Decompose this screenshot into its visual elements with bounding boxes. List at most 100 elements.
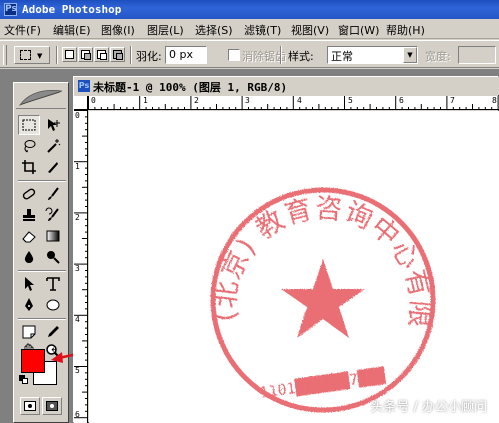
photoshop-doc-icon: Ps bbox=[78, 80, 90, 92]
magic-wand-tool[interactable] bbox=[42, 136, 64, 156]
brush-icon bbox=[48, 187, 59, 200]
toolbox: ↰ bbox=[13, 82, 69, 423]
menu-edit[interactable]: 编辑(E) bbox=[53, 22, 91, 38]
ruler-v-tick: 4 bbox=[75, 315, 80, 324]
ruler-h-tick: 7 bbox=[450, 96, 455, 105]
separator bbox=[130, 46, 132, 64]
menu-bar: 文件(F) 编辑(E) 图像(I) 图层(L) 选择(S) 滤镜(T) 视图(V… bbox=[0, 19, 499, 39]
brush-tool[interactable] bbox=[42, 184, 64, 204]
eraser-icon bbox=[22, 231, 36, 243]
menu-help[interactable]: 帮助(H) bbox=[386, 22, 425, 38]
separator bbox=[56, 46, 58, 64]
lasso-icon bbox=[24, 140, 36, 153]
subtract-selection-icon-part bbox=[100, 53, 107, 60]
drop-icon bbox=[24, 251, 34, 263]
toolbox-separator bbox=[18, 270, 66, 272]
default-colors-icon[interactable] bbox=[19, 375, 28, 384]
pen-icon bbox=[25, 298, 33, 311]
intersect-selection-button[interactable] bbox=[110, 47, 125, 62]
menu-select[interactable]: 选择(S) bbox=[195, 22, 233, 38]
history-brush-icon bbox=[45, 207, 59, 221]
chevron-down-icon: ▼ bbox=[403, 47, 417, 63]
menu-view[interactable]: 视图(V) bbox=[291, 22, 329, 38]
healing-brush-tool[interactable] bbox=[18, 184, 40, 204]
eyedropper-icon bbox=[48, 326, 59, 337]
menu-window[interactable]: 窗口(W) bbox=[338, 22, 379, 38]
ruler-h-tick: 6 bbox=[399, 96, 404, 105]
menu-layer[interactable]: 图层(L) bbox=[147, 22, 184, 38]
menu-image[interactable]: 图像(I) bbox=[101, 22, 135, 38]
rect-marquee-icon bbox=[22, 119, 36, 131]
add-selection-icon-part bbox=[84, 53, 91, 60]
clone-stamp-tool[interactable] bbox=[18, 205, 40, 225]
shape-tool[interactable] bbox=[42, 295, 64, 315]
toolbox-header[interactable] bbox=[16, 85, 66, 109]
options-bar-grip[interactable] bbox=[3, 45, 7, 65]
lasso-tool[interactable] bbox=[18, 136, 40, 156]
antialias-checkbox[interactable] bbox=[228, 49, 240, 61]
tool-preset-picker[interactable]: ▼ bbox=[14, 46, 50, 64]
seal-number: 1101██████7███ bbox=[258, 365, 387, 402]
style-label: 样式: bbox=[288, 50, 314, 63]
path-selection-tool[interactable] bbox=[18, 274, 40, 294]
separator bbox=[280, 46, 282, 64]
subtract-selection-button[interactable] bbox=[94, 47, 109, 62]
menu-filter[interactable]: 滤镜(T) bbox=[244, 22, 281, 38]
intersect-selection-icon-part bbox=[116, 53, 123, 60]
document-window[interactable]: Ps 未标题-1 @ 100% (图层 1, RGB/8) 0 1 2 3 4 … bbox=[73, 76, 499, 423]
feather-icon bbox=[18, 89, 63, 106]
toolbox-separator bbox=[18, 318, 66, 320]
history-brush-tool[interactable] bbox=[42, 205, 64, 225]
ruler-h-tick: 1 bbox=[143, 96, 148, 105]
eyedropper-tool[interactable] bbox=[42, 322, 64, 342]
feather-label: 羽化: bbox=[136, 50, 162, 63]
pen-tool[interactable] bbox=[18, 295, 40, 315]
foreground-color-swatch[interactable] bbox=[21, 349, 45, 373]
menu-file[interactable]: 文件(F) bbox=[4, 22, 41, 38]
gradient-tool[interactable] bbox=[42, 226, 64, 246]
photoshop-icon: Ps bbox=[4, 3, 17, 16]
document-title: 未标题-1 @ 100% (图层 1, RGB/8) bbox=[93, 81, 288, 94]
ruler-h-tick: 3 bbox=[245, 96, 250, 105]
star-icon bbox=[281, 259, 365, 338]
document-title-bar[interactable]: Ps 未标题-1 @ 100% (图层 1, RGB/8) bbox=[74, 77, 499, 95]
chevron-down-icon: ▼ bbox=[37, 52, 43, 60]
blur-tool[interactable] bbox=[18, 247, 40, 267]
title-bar: Ps Adobe Photoshop bbox=[0, 0, 499, 19]
slice-icon bbox=[48, 162, 58, 173]
stamp-icon bbox=[23, 209, 35, 221]
ruler-h-tick: 0 bbox=[91, 96, 96, 105]
bandage-icon bbox=[22, 188, 36, 200]
add-selection-button[interactable] bbox=[78, 47, 93, 62]
document-canvas[interactable]: █ █ (北京) 教育咨询中心有限公司 1101██████7███ bbox=[89, 111, 499, 423]
toolbox-separator bbox=[18, 180, 66, 182]
standard-mode-button[interactable] bbox=[20, 397, 40, 415]
slice-tool[interactable] bbox=[42, 157, 64, 177]
notes-tool[interactable] bbox=[18, 322, 40, 342]
feather-input[interactable]: 0 px bbox=[165, 46, 207, 64]
ruler-origin[interactable] bbox=[74, 96, 88, 110]
magic-wand-icon bbox=[47, 139, 61, 153]
quick-mask-button[interactable] bbox=[42, 397, 62, 415]
ruler-h-tick: 8 bbox=[492, 96, 497, 105]
crop-icon bbox=[22, 160, 36, 174]
type-icon bbox=[46, 277, 60, 291]
crop-tool[interactable] bbox=[18, 157, 40, 177]
dodge-tool[interactable] bbox=[42, 247, 64, 267]
horizontal-ruler[interactable]: 0 1 2 3 4 5 6 7 8 bbox=[88, 96, 499, 110]
rect-marquee-tool[interactable] bbox=[18, 115, 40, 135]
ruler-v-tick: 3 bbox=[75, 264, 80, 273]
new-selection-icon bbox=[65, 50, 74, 59]
width-input[interactable] bbox=[458, 46, 496, 64]
watermark: 头条号 / 办公小顾问 bbox=[370, 400, 487, 415]
seal-stamp: █ █ (北京) 教育咨询中心有限公司 1101██████7███ bbox=[208, 185, 436, 413]
type-tool[interactable] bbox=[42, 274, 64, 294]
quick-mask-icon bbox=[46, 401, 58, 411]
eraser-tool[interactable] bbox=[18, 226, 40, 246]
style-select-value: 正常 bbox=[331, 50, 353, 63]
vertical-ruler[interactable]: 0 1 2 3 4 5 6 bbox=[74, 110, 88, 423]
new-selection-button[interactable] bbox=[62, 47, 77, 62]
ruler-h-tick: 4 bbox=[297, 96, 302, 105]
style-select[interactable]: 正常 ▼ bbox=[327, 46, 418, 64]
move-tool[interactable] bbox=[42, 115, 64, 135]
